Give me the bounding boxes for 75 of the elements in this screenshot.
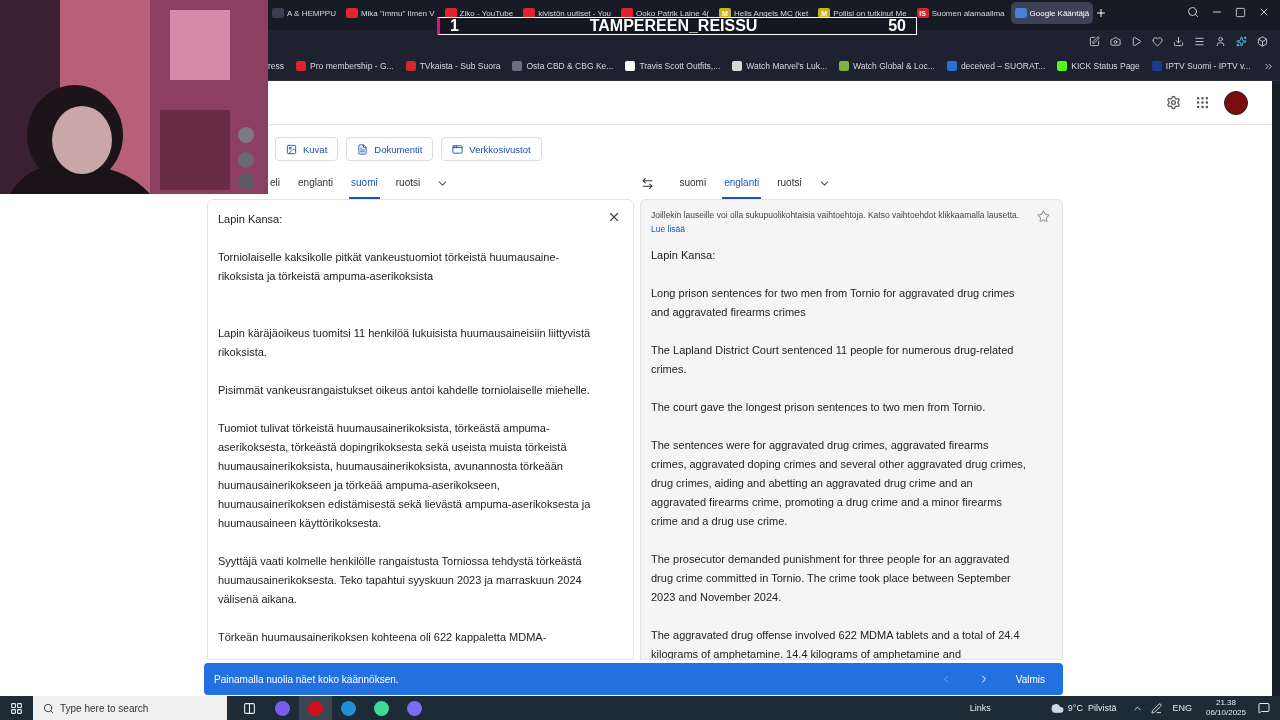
browser-tab[interactable]: Google Kääntäjä	[1010, 2, 1094, 24]
window-icon	[452, 143, 464, 155]
source-paragraph: Lapin Kansa:	[218, 212, 284, 227]
cloud-icon	[1050, 701, 1064, 715]
clock-time[interactable]: 21.38	[1215, 698, 1236, 708]
source-text-panel[interactable]	[207, 199, 634, 660]
swap-icon[interactable]	[640, 176, 654, 190]
source-paragraph: Törkeän huumausainerikoksen kohteena oli 622 kappaletta MDMA-	[218, 630, 548, 645]
play-icon[interactable]	[1131, 35, 1142, 47]
heart-icon[interactable]	[1152, 35, 1163, 47]
bookmark[interactable]: Osta CBD & CBG Ke...	[512, 61, 614, 71]
translation-paragraph: Lapin Kansa:	[651, 248, 717, 263]
bookmark[interactable]: Travis Scott Outfits,...	[625, 61, 721, 71]
language-tab[interactable]: ruotsi	[775, 167, 804, 199]
new-tab-icon[interactable]	[1095, 7, 1108, 19]
language-tab[interactable]: englanti	[296, 167, 336, 199]
clock-date[interactable]: 06/10/2025	[1205, 708, 1246, 718]
maximize-icon[interactable]	[1235, 6, 1246, 18]
read-more-link[interactable]: Lue lisää	[651, 224, 686, 234]
done-button[interactable]: Valmis	[1007, 673, 1053, 685]
bookmark[interactable]: TVkaista - Sub Suora	[405, 61, 501, 71]
browser-tab[interactable]: Mika "immu" Ilmen V	[341, 2, 439, 24]
translation-paragraph: Long prison sentences for two men from Tornio for aggravated drug crimes and aggravated firearms crimes	[651, 286, 1016, 320]
bookmark[interactable]: Pro membership - G...	[296, 61, 394, 71]
translation-paragraph: The Lapland District Court sentenced 11 people for numerous drug-related crimes.	[651, 343, 1015, 377]
document-icon	[357, 143, 369, 155]
settings-icon[interactable]	[1166, 95, 1181, 110]
toast-message: Painamalla nuolia näet koko käännöksen.	[214, 673, 400, 685]
source-paragraph: Lapin käräjäoikeus tuomitsi 11 henkilöä lukuisista huumausaineisiin liittyvistä rikoksista.	[218, 326, 592, 360]
source-paragraph: Tuomiot tulivat törkeistä huumausainerikoksista, törkeästä ampuma-aserikoksesta, törkeästä dopingrikoksesta sekä useista muista törkeistä huumausainerikoksista, huumausainerikoksista, avunannosta törkeään huumausainerikokseen ja törkeää ampuma-aserikokseen, huumausainerikoksen edistämisestä sekä lievästä ampuma-aserikoksesta ja huumausaineen käyttörikoksesta.	[218, 421, 592, 531]
browser-tab[interactable]: A & HEMPPU	[268, 2, 340, 24]
bookmark[interactable]: Watch Marvel's Luk...	[732, 61, 827, 71]
translation-paragraph: The court gave the longest prison sentences to two men from Tornio.	[651, 400, 987, 415]
image-icon	[286, 143, 297, 155]
language-indicator[interactable]: ENG	[1172, 703, 1192, 713]
bookmark[interactable]: deceived – SUORAT...	[946, 61, 1046, 71]
bookmark[interactable]: ress	[268, 61, 285, 71]
cube-icon[interactable]	[1257, 35, 1268, 47]
bookmark[interactable]: IPTV Suomi - IPTV v...	[1151, 61, 1251, 71]
menu-icon[interactable]	[1194, 35, 1205, 47]
overlay-title: TAMPEREEN_REISSU	[589, 18, 758, 34]
scrollbar[interactable]	[1272, 81, 1280, 696]
sparkle-icon[interactable]	[1236, 35, 1247, 47]
source-paragraph: Pisimmät vankeusrangaistukset oikeus antoi kahdelle torniolaiselle miehelle.	[218, 383, 591, 398]
language-tab[interactable]: eli	[268, 167, 282, 199]
source-paragraph: Syyttäjä vaati kolmelle henkilölle rangaistusta Torniossa tehdystä törkeästä huumausainerikoksesta. Teko tapahtui syyskuun 2023 ja marraskuun 2024 välisenä aikana.	[218, 554, 583, 607]
translation-paragraph: The sentences were for aggravated drug crimes, aggravated firearms crimes, aggravated doping crimes and several other aggravated drug crimes, drug crimes, aiding and abetting an aggravated drug crime and an aggravated firearms crime, promoting a drug crime and a minor firearms crime and a drug use crime.	[651, 438, 1026, 529]
counter-value: 1	[450, 18, 459, 34]
search-icon[interactable]	[1187, 6, 1199, 18]
bookmark[interactable]: KICK Status Page	[1057, 61, 1140, 71]
notification-icon[interactable]	[1258, 702, 1270, 714]
search-icon	[43, 702, 54, 714]
pen-icon[interactable]	[1151, 702, 1163, 714]
counter-value: 50	[888, 18, 906, 34]
star-icon[interactable]	[1037, 210, 1050, 223]
download-icon[interactable]	[1173, 35, 1184, 47]
translation-paragraph: The prosecutor demanded punishment for three people for an aggravated drug crime committed in Tornio. The crime took place between September 2023 and November 2024.	[651, 552, 1012, 605]
edit-icon[interactable]	[1089, 35, 1100, 47]
source-paragraph: Torniolaiselle kaksikolle pitkät vankeustuomiot törkeistä huumausaine-rikoksista ja törkeistä ampuma-aserikoksista	[218, 250, 561, 284]
apps-grid-icon[interactable]	[1195, 95, 1210, 110]
camera-icon[interactable]	[1110, 35, 1121, 47]
account-avatar[interactable]	[1224, 90, 1248, 115]
mode-button[interactable]: Kuvat	[275, 137, 339, 161]
weather-label[interactable]: 9°C Pilvistä	[1067, 703, 1117, 713]
language-tab[interactable]: ruotsi	[393, 167, 423, 199]
mode-button[interactable]: Dokumentit	[346, 137, 434, 161]
taskbar-search-field[interactable]: Type here to search	[33, 696, 227, 720]
close-icon[interactable]	[1258, 6, 1270, 18]
links-label[interactable]: Links	[969, 703, 991, 713]
gender-notice: Joillekin lauseille voi olla sukupuolikohtaisia vaihtoehtoja. Katso vaihtoehdot klikkaamalla lausetta. Lue lisää	[651, 209, 1021, 236]
language-tab[interactable]: suomi	[677, 167, 709, 199]
user-icon[interactable]	[1215, 35, 1226, 47]
mode-button[interactable]: Verkkosivustot	[441, 137, 542, 161]
bookmark[interactable]: Watch Global & Loc...	[839, 61, 935, 71]
close-icon[interactable]	[607, 210, 621, 224]
